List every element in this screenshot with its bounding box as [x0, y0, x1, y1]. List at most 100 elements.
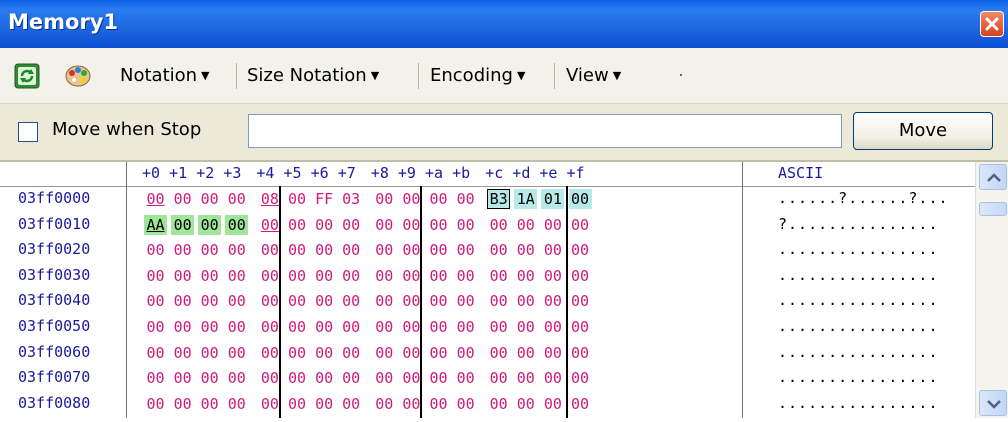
memory-byte[interactable]: 00: [454, 394, 477, 414]
memory-byte[interactable]: 00: [373, 240, 396, 260]
memory-byte[interactable]: 00: [514, 368, 537, 388]
memory-byte[interactable]: 00: [171, 214, 195, 235]
memory-byte[interactable]: 00: [373, 291, 396, 311]
memory-byte[interactable]: 00: [286, 266, 309, 286]
memory-byte[interactable]: 00: [144, 291, 167, 311]
memory-byte[interactable]: 00: [144, 317, 167, 337]
memory-byte[interactable]: 00: [427, 394, 450, 414]
memory-byte[interactable]: 00: [427, 189, 450, 209]
memory-byte[interactable]: 00: [541, 291, 564, 311]
memory-byte[interactable]: 00: [514, 291, 537, 311]
memory-byte[interactable]: 00: [569, 266, 592, 286]
memory-byte[interactable]: 00: [487, 266, 510, 286]
memory-byte[interactable]: 00: [171, 394, 194, 414]
memory-byte[interactable]: 00: [171, 189, 194, 209]
memory-byte[interactable]: 00: [144, 240, 167, 260]
memory-byte[interactable]: 00: [198, 214, 222, 235]
memory-byte[interactable]: 00: [569, 291, 592, 311]
memory-byte[interactable]: 00: [198, 394, 221, 414]
memory-byte[interactable]: 00: [225, 394, 248, 414]
row-ascii[interactable]: ................: [778, 368, 939, 386]
memory-byte[interactable]: 00: [225, 317, 248, 337]
memory-byte[interactable]: 00: [313, 368, 336, 388]
memory-byte[interactable]: 00: [171, 368, 194, 388]
memory-byte[interactable]: 00: [313, 394, 336, 414]
memory-byte[interactable]: 00: [487, 343, 510, 363]
memory-byte[interactable]: 00: [340, 266, 363, 286]
memory-byte[interactable]: 00: [171, 343, 194, 363]
memory-byte[interactable]: 00: [340, 394, 363, 414]
memory-byte[interactable]: 00: [258, 215, 281, 235]
memory-byte[interactable]: 00: [454, 291, 477, 311]
title-bar[interactable]: Memory1: [0, 0, 1008, 48]
memory-byte[interactable]: 00: [198, 317, 221, 337]
memory-byte[interactable]: 00: [454, 317, 477, 337]
memory-byte[interactable]: 00: [286, 368, 309, 388]
memory-byte[interactable]: B3: [487, 189, 511, 209]
memory-byte[interactable]: 00: [286, 317, 309, 337]
memory-byte[interactable]: 00: [144, 189, 167, 209]
move-when-stop-checkbox[interactable]: [18, 122, 38, 142]
memory-byte[interactable]: 00: [427, 368, 450, 388]
memory-byte[interactable]: 00: [198, 368, 221, 388]
menu-size-notation[interactable]: Size Notation ▼: [247, 62, 379, 90]
memory-byte[interactable]: 00: [487, 394, 510, 414]
memory-byte[interactable]: 00: [427, 215, 450, 235]
memory-byte[interactable]: 00: [340, 343, 363, 363]
palette-icon[interactable]: [64, 63, 91, 89]
memory-byte[interactable]: 00: [541, 266, 564, 286]
memory-byte[interactable]: 00: [144, 343, 167, 363]
memory-byte[interactable]: 00: [569, 215, 592, 235]
memory-grid[interactable]: +0 +1 +2 +3 +4 +5 +6 +7 +8 +9 +a +b +c +d +e +f ASCII 0…: [0, 160, 1008, 418]
memory-byte[interactable]: 00: [427, 266, 450, 286]
memory-byte[interactable]: 00: [569, 240, 592, 260]
memory-byte[interactable]: 00: [286, 189, 309, 209]
memory-byte[interactable]: 00: [569, 317, 592, 337]
row-ascii[interactable]: ................: [778, 266, 939, 284]
memory-byte[interactable]: 00: [541, 317, 564, 337]
memory-byte[interactable]: 00: [454, 189, 477, 209]
memory-byte[interactable]: 1A: [514, 189, 538, 209]
memory-byte[interactable]: 00: [569, 394, 592, 414]
memory-byte[interactable]: 00: [373, 317, 396, 337]
row-ascii[interactable]: ................: [778, 291, 939, 309]
memory-byte[interactable]: 00: [541, 368, 564, 388]
memory-byte[interactable]: 00: [454, 368, 477, 388]
memory-byte[interactable]: 00: [427, 291, 450, 311]
memory-byte[interactable]: 00: [487, 368, 510, 388]
memory-byte[interactable]: 00: [225, 266, 248, 286]
memory-byte[interactable]: 00: [487, 215, 510, 235]
row-ascii[interactable]: ?...............: [778, 215, 939, 233]
menu-view[interactable]: View ▼: [566, 62, 621, 90]
memory-byte[interactable]: 00: [171, 266, 194, 286]
memory-byte[interactable]: 08: [258, 189, 281, 209]
memory-byte[interactable]: AA: [144, 214, 167, 235]
memory-byte[interactable]: 00: [313, 215, 336, 235]
memory-byte[interactable]: 00: [258, 343, 281, 363]
menu-notation[interactable]: Notation ▼: [120, 62, 210, 90]
memory-byte[interactable]: 00: [198, 291, 221, 311]
memory-byte[interactable]: 00: [258, 291, 281, 311]
scroll-thumb[interactable]: [979, 202, 1007, 216]
move-when-stop-label[interactable]: Move when Stop: [52, 119, 201, 140]
memory-byte[interactable]: 00: [373, 215, 396, 235]
memory-byte[interactable]: 01: [541, 189, 565, 209]
memory-byte[interactable]: 00: [286, 240, 309, 260]
address-input[interactable]: [248, 114, 842, 148]
memory-byte[interactable]: 00: [454, 240, 477, 260]
row-ascii[interactable]: ................: [778, 394, 939, 412]
memory-byte[interactable]: 00: [198, 343, 221, 363]
memory-byte[interactable]: 00: [373, 189, 396, 209]
memory-byte[interactable]: 00: [225, 291, 248, 311]
scroll-down-button[interactable]: [979, 390, 1007, 416]
memory-byte[interactable]: 00: [541, 394, 564, 414]
memory-byte[interactable]: 00: [313, 291, 336, 311]
memory-byte[interactable]: 00: [569, 368, 592, 388]
memory-byte[interactable]: 00: [514, 317, 537, 337]
memory-byte[interactable]: 00: [373, 343, 396, 363]
row-ascii[interactable]: ................: [778, 317, 939, 335]
memory-byte[interactable]: 00: [198, 266, 221, 286]
memory-byte[interactable]: 00: [454, 343, 477, 363]
memory-byte[interactable]: 00: [373, 368, 396, 388]
memory-byte[interactable]: 00: [286, 215, 309, 235]
